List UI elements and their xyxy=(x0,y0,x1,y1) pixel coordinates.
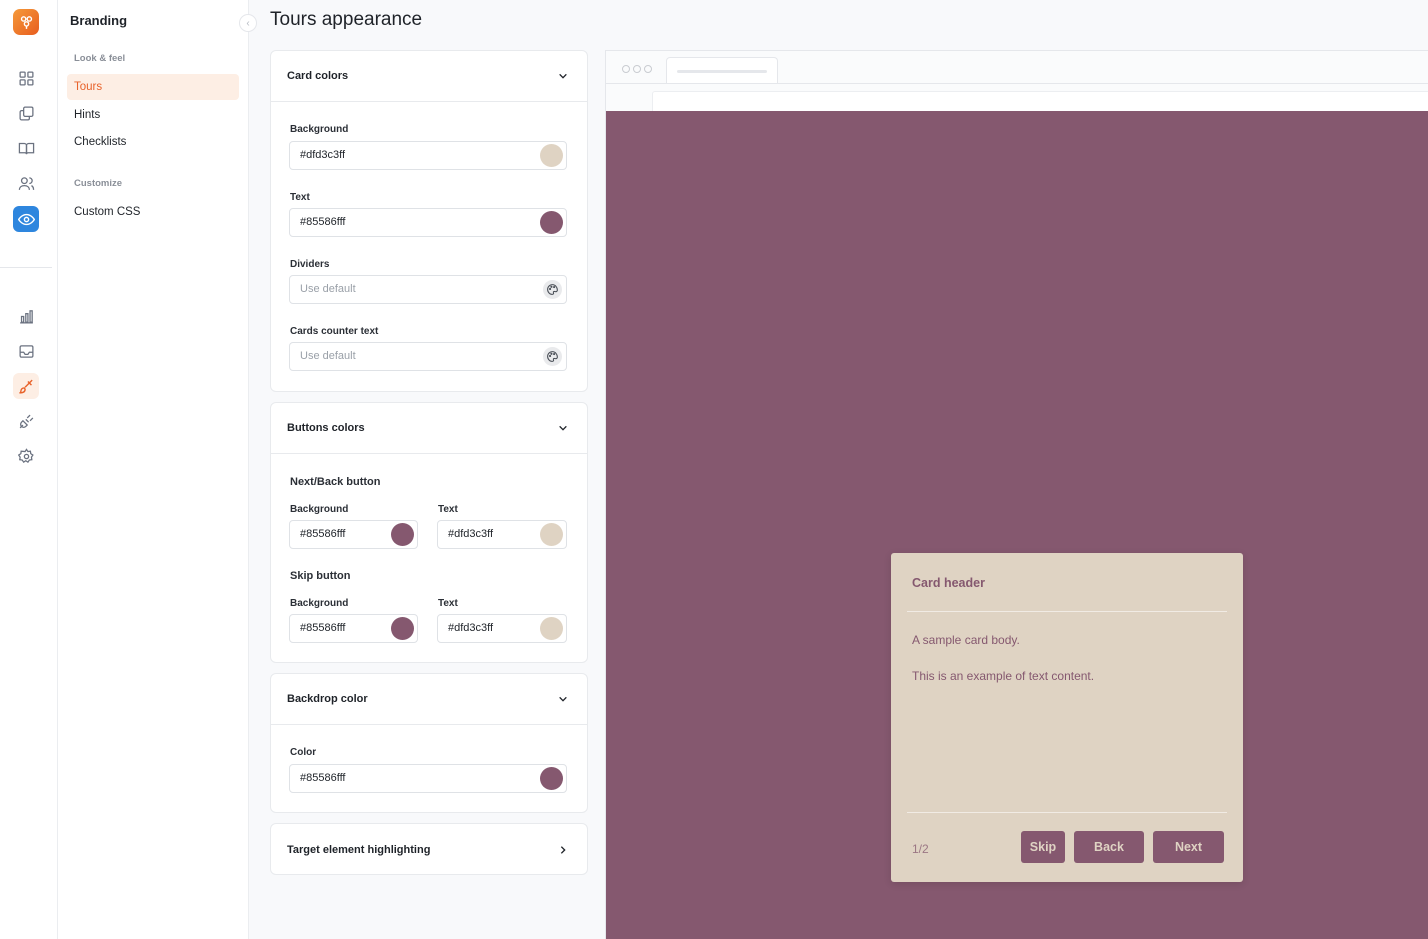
mock-browser-tab xyxy=(666,57,778,84)
app-logo-icon[interactable] xyxy=(13,9,39,35)
card-text-color-input[interactable]: #85586fff xyxy=(289,208,567,237)
mock-address-bar xyxy=(652,91,1428,111)
next-back-background-label: Background xyxy=(290,504,349,515)
buttons-colors-title: Buttons colors xyxy=(287,422,365,434)
copy-icon[interactable] xyxy=(13,100,39,126)
next-back-text-input[interactable]: #dfd3c3ff xyxy=(437,520,567,549)
card-divider xyxy=(907,812,1227,813)
color-swatch[interactable] xyxy=(540,617,563,640)
palette-icon[interactable] xyxy=(543,280,562,299)
book-icon[interactable] xyxy=(13,135,39,161)
skip-background-value: #85586fff xyxy=(300,622,346,634)
next-back-background-input[interactable]: #85586fff xyxy=(289,520,418,549)
background-label: Background xyxy=(290,124,349,135)
backdrop-color-title: Backdrop color xyxy=(287,693,368,705)
buttons-colors-panel: Buttons colors Next/Back button Backgrou… xyxy=(270,402,588,663)
color-swatch[interactable] xyxy=(540,523,563,546)
text-label: Text xyxy=(290,192,310,203)
backdrop-color-panel: Backdrop color Color #85586fff xyxy=(270,673,588,813)
backdrop-color-header[interactable]: Backdrop color xyxy=(271,674,587,725)
next-back-text-value: #dfd3c3ff xyxy=(448,528,494,540)
chevron-right-icon xyxy=(557,844,569,856)
plug-icon[interactable] xyxy=(13,408,39,434)
cards-counter-placeholder: Use default xyxy=(300,350,356,362)
sidebar-item-checklists[interactable]: Checklists xyxy=(67,129,239,155)
skip-button-heading: Skip button xyxy=(290,570,351,582)
back-button[interactable]: Back xyxy=(1074,831,1144,863)
dividers-label: Dividers xyxy=(290,259,330,270)
skip-background-label: Background xyxy=(290,598,349,609)
rail-divider xyxy=(0,267,52,268)
target-highlighting-header[interactable]: Target element highlighting xyxy=(271,824,587,875)
card-colors-header[interactable]: Card colors xyxy=(271,51,587,102)
eye-icon[interactable] xyxy=(13,206,39,232)
buttons-colors-header[interactable]: Buttons colors xyxy=(271,403,587,454)
preview-tour-card: Card header A sample card body. This is … xyxy=(891,553,1243,882)
sidebar-item-hints[interactable]: Hints xyxy=(67,102,239,128)
page-title: Tours appearance xyxy=(270,9,423,30)
tour-preview: Card header A sample card body. This is … xyxy=(605,50,1428,939)
skip-button[interactable]: Skip xyxy=(1021,831,1065,863)
next-button[interactable]: Next xyxy=(1153,831,1224,863)
card-background-color-input[interactable]: #dfd3c3ff xyxy=(289,141,567,170)
sidebar-item-custom-css[interactable]: Custom CSS xyxy=(67,199,239,225)
brush-icon[interactable] xyxy=(13,373,39,399)
sidebar-item-tours[interactable]: Tours xyxy=(67,74,239,100)
card-colors-panel: Card colors Background #dfd3c3ff Text #8… xyxy=(270,50,588,392)
next-back-background-value: #85586fff xyxy=(300,528,346,540)
preview-backdrop: Card header A sample card body. This is … xyxy=(606,111,1428,939)
color-swatch[interactable] xyxy=(540,144,563,167)
next-back-text-label: Text xyxy=(438,504,458,515)
dividers-placeholder: Use default xyxy=(300,283,356,295)
users-icon[interactable] xyxy=(13,170,39,196)
palette-icon[interactable] xyxy=(543,347,562,366)
cards-counter: 1/2 xyxy=(912,842,929,856)
card-colors-title: Card colors xyxy=(287,70,349,82)
backdrop-color-input[interactable]: #85586fff xyxy=(289,764,567,793)
mock-browser-bar xyxy=(606,51,1428,112)
color-swatch[interactable] xyxy=(540,211,563,234)
cards-counter-text-label: Cards counter text xyxy=(290,326,379,337)
bar-chart-icon[interactable] xyxy=(13,303,39,329)
skip-background-input[interactable]: #85586fff xyxy=(289,614,418,643)
chevron-down-icon xyxy=(557,70,569,82)
dividers-color-input[interactable]: Use default xyxy=(289,275,567,304)
color-swatch[interactable] xyxy=(540,767,563,790)
backdrop-color-value: #85586fff xyxy=(300,772,346,784)
skip-text-input[interactable]: #dfd3c3ff xyxy=(437,614,567,643)
card-body-line-1: A sample card body. xyxy=(912,633,1020,647)
card-background-value: #dfd3c3ff xyxy=(300,149,346,161)
skip-text-label: Text xyxy=(438,598,458,609)
gear-icon[interactable] xyxy=(13,443,39,469)
color-swatch[interactable] xyxy=(391,617,414,640)
icon-rail xyxy=(0,0,58,939)
color-label: Color xyxy=(290,747,317,758)
skip-text-value: #dfd3c3ff xyxy=(448,622,494,634)
window-dots xyxy=(622,65,652,73)
group-label-customize: Customize xyxy=(74,178,123,189)
cards-counter-text-color-input[interactable]: Use default xyxy=(289,342,567,371)
card-header: Card header xyxy=(912,576,985,590)
target-highlighting-title: Target element highlighting xyxy=(287,843,431,856)
chevron-down-icon xyxy=(557,422,569,434)
next-back-button-heading: Next/Back button xyxy=(290,476,381,488)
sidebar-title: Branding xyxy=(70,13,128,28)
target-highlighting-panel: Target element highlighting xyxy=(270,823,588,875)
collapse-sidebar-button[interactable]: ‹ xyxy=(239,14,257,32)
inbox-icon[interactable] xyxy=(13,338,39,364)
group-label-look-and-feel: Look & feel xyxy=(74,53,126,64)
card-divider xyxy=(907,611,1227,612)
chevron-left-icon: ‹ xyxy=(246,17,250,29)
grid-icon[interactable] xyxy=(13,65,39,91)
branding-sidebar: Branding ‹ Look & feel Tours Hints Check… xyxy=(58,0,257,939)
color-swatch[interactable] xyxy=(391,523,414,546)
chevron-down-icon xyxy=(557,693,569,705)
card-text-value: #85586fff xyxy=(300,216,346,228)
card-body-line-2: This is an example of text content. xyxy=(912,669,1095,683)
